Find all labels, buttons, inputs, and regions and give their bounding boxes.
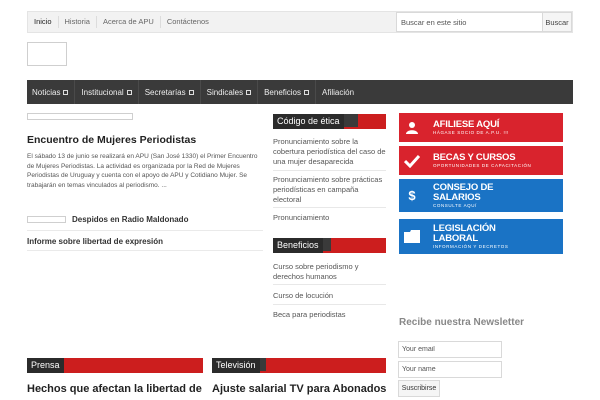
section-header-codigo: Código de ética <box>273 114 386 129</box>
codigo-item[interactable]: Pronunciamiento sobre la cobertura perio… <box>273 137 386 167</box>
newsletter-email-input[interactable] <box>398 341 502 358</box>
banner-text: CONSEJO DE SALARIOS CONSULTE AQUÍ <box>425 181 563 209</box>
nav-item-beneficios[interactable]: Beneficios <box>258 80 316 104</box>
featured-image[interactable] <box>27 113 133 120</box>
top-link-contactenos[interactable]: Contáctenos <box>161 16 215 28</box>
banner-title: BECAS Y CURSOS <box>433 151 516 163</box>
featured-excerpt: El sábado 13 de junio se realizará en AP… <box>27 153 258 189</box>
divider <box>27 250 263 251</box>
beneficio-item[interactable]: Beca para periodistas <box>273 310 386 320</box>
nav-item-afiliacion[interactable]: Afiliación <box>316 80 360 104</box>
banner-text: LEGISLACIÓN LABORAL INFORMACIÓN Y DECRET… <box>425 222 563 250</box>
top-link-inicio[interactable]: Inicio <box>28 16 59 28</box>
banner-subtitle: HÁGASE SOCIO DE A.P.U. !!! <box>433 129 510 135</box>
user-icon <box>399 113 425 142</box>
divider <box>273 207 386 208</box>
top-link-historia[interactable]: Historia <box>59 16 97 28</box>
nav-item-institucional[interactable]: Institucional <box>75 80 139 104</box>
folder-icon <box>399 222 425 251</box>
nav-label: Afiliación <box>322 87 355 97</box>
check-icon <box>399 146 425 175</box>
nav-label: Sindicales <box>206 87 244 97</box>
nav-item-secretarias[interactable]: Secretarías <box>139 80 201 104</box>
chevron-down-icon <box>188 89 194 95</box>
section-header-prensa: Prensa <box>27 358 203 373</box>
banner-title: CONSEJO DE SALARIOS <box>433 181 494 203</box>
nav-label: Beneficios <box>264 87 301 97</box>
top-link-acerca[interactable]: Acerca de APU <box>97 16 161 28</box>
banner-title: LEGISLACIÓN LABORAL <box>433 222 496 244</box>
divider <box>273 284 386 285</box>
nav-item-sindicales[interactable]: Sindicales <box>201 80 259 104</box>
section-accent <box>64 358 203 371</box>
list-item-title[interactable]: Informe sobre libertad de expresión <box>27 237 163 246</box>
prensa-article-title[interactable]: Hechos que afectan la libertad de <box>27 383 202 395</box>
nav-label: Institucional <box>81 87 124 97</box>
codigo-item[interactable]: Pronunciamiento sobre prácticas periodís… <box>273 175 386 205</box>
newsletter-name-input[interactable] <box>398 361 502 378</box>
banner-subtitle: OPORTUNIDADES DE CAPACITACIÓN <box>433 162 532 168</box>
subscribe-button[interactable]: Suscribirse <box>398 380 440 397</box>
newsletter-title: Recibe nuestra Newsletter <box>399 317 525 328</box>
dollar-icon: $ <box>408 188 416 203</box>
beneficio-item[interactable]: Curso sobre periodismo y derechos humano… <box>273 262 386 282</box>
section-title: Beneficios <box>273 238 323 253</box>
banner-legislacion[interactable]: LEGISLACIÓN LABORAL INFORMACIÓN Y DECRET… <box>399 219 563 254</box>
section-title: Televisión <box>212 358 260 373</box>
beneficio-item[interactable]: Curso de locución <box>273 291 386 301</box>
banner-text: AFILIESE AQUÍ HÁGASE SOCIO DE A.P.U. !!! <box>425 118 563 136</box>
section-accent <box>266 358 386 371</box>
section-title: Código de ética <box>273 114 344 129</box>
nav-item-noticias[interactable]: Noticias <box>27 80 76 104</box>
search-form: Buscar <box>396 12 572 32</box>
divider <box>27 230 263 231</box>
divider <box>273 170 386 171</box>
codigo-item[interactable]: Pronunciamiento <box>273 213 386 223</box>
banner-title: AFILIESE AQUÍ <box>433 118 500 130</box>
chevron-down-icon <box>126 89 132 95</box>
banner-text: BECAS Y CURSOS OPORTUNIDADES DE CAPACITA… <box>425 151 563 169</box>
top-links: Inicio Historia Acerca de APU Contácteno… <box>28 12 215 32</box>
television-article-title[interactable]: Ajuste salarial TV para Abonados <box>212 383 386 395</box>
search-button[interactable]: Buscar <box>543 12 572 32</box>
site-logo[interactable] <box>27 42 67 66</box>
banner-subtitle: INFORMACIÓN Y DECRETOS <box>433 243 509 249</box>
list-item-title[interactable]: Despidos en Radio Maldonado <box>72 215 188 224</box>
section-title: Prensa <box>27 358 64 373</box>
featured-title[interactable]: Encuentro de Mujeres Periodistas <box>27 134 196 146</box>
chevron-down-icon <box>63 89 69 95</box>
top-bar: Inicio Historia Acerca de APU Contácteno… <box>27 11 573 33</box>
nav-label: Noticias <box>32 87 61 97</box>
search-input[interactable] <box>396 12 543 32</box>
banner-becas[interactable]: BECAS Y CURSOS OPORTUNIDADES DE CAPACITA… <box>399 146 563 175</box>
section-header-television: Televisión <box>212 358 386 373</box>
section-accent <box>331 238 386 251</box>
nav-label: Secretarías <box>144 87 186 97</box>
banner-subtitle: CONSULTE AQUÍ <box>433 202 477 208</box>
section-header-beneficios: Beneficios <box>273 238 386 253</box>
chevron-down-icon <box>304 89 309 95</box>
banner-afiliese[interactable]: AFILIESE AQUÍ HÁGASE SOCIO DE A.P.U. !!! <box>399 113 563 142</box>
main-nav: Noticias Institucional Secretarías Sindi… <box>27 80 573 104</box>
chevron-down-icon <box>246 89 252 95</box>
banner-consejo[interactable]: $ CONSEJO DE SALARIOS CONSULTE AQUÍ <box>399 179 563 212</box>
list-item-thumbnail[interactable] <box>27 216 66 223</box>
divider <box>273 304 386 305</box>
section-accent <box>358 114 386 127</box>
